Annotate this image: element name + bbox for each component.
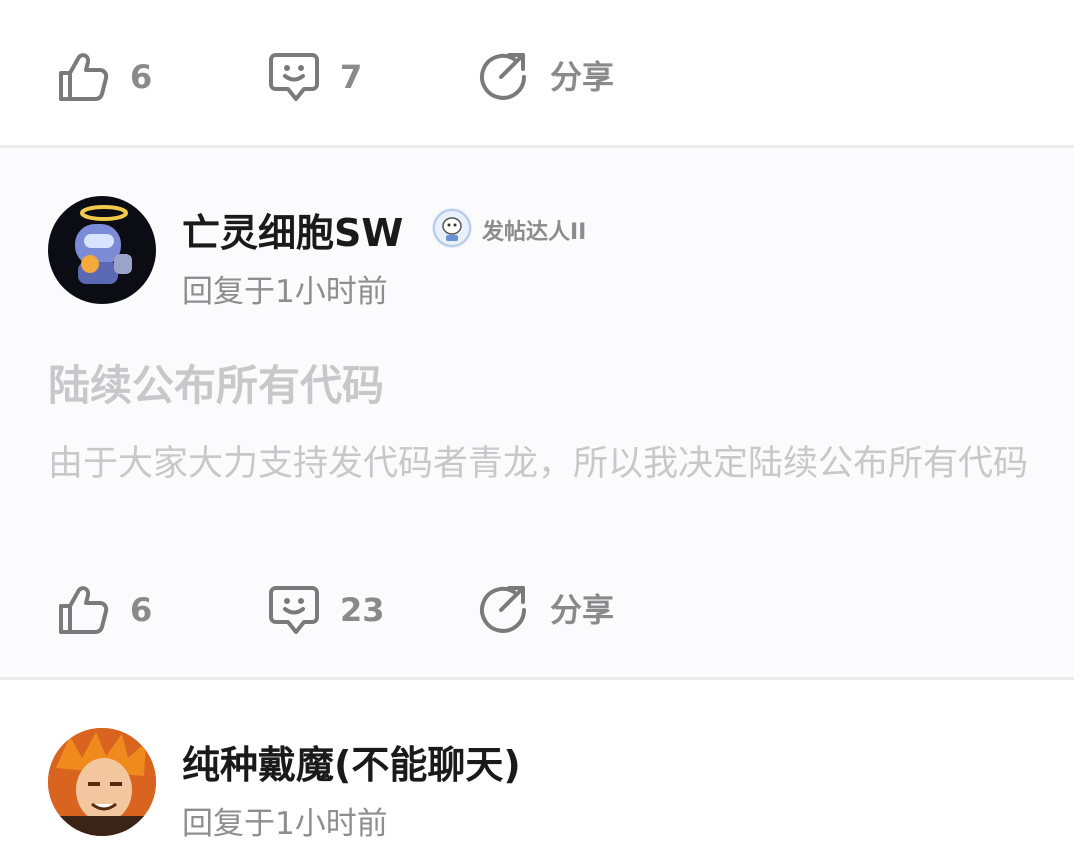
avatar[interactable] [48,196,156,304]
avatar[interactable] [48,728,156,836]
comment-count: 23 [340,591,385,629]
comment-smile-icon [269,586,319,634]
badge-emblem [433,209,471,247]
thumbs-up-icon [59,586,109,634]
post-card-1: 6 7 分享 [0,0,1074,145]
username[interactable]: 纯种戴魔(不能聊天) [182,734,521,789]
reply-time: 回复于1小时前 [182,274,388,310]
share-label: 分享 [550,591,615,629]
username[interactable]: 亡灵细胞SW [182,202,403,257]
like-button[interactable]: 6 [56,47,152,107]
post-title[interactable]: 陆续公布所有代码 [48,352,384,413]
badge-icon [432,208,472,248]
comment-button[interactable]: 7 [266,47,362,107]
share-button[interactable]: 分享 [476,47,614,107]
thumbs-up-icon [59,53,109,101]
avatar-image [48,728,156,836]
comment-count: 7 [340,58,363,96]
share-arrow-icon [480,586,526,633]
like-count: 6 [130,58,153,96]
post-card-3[interactable]: 纯种戴魔(不能聊天) 回复于1小时前 [0,680,1074,842]
post-actions: 6 23 分享 [0,580,1074,640]
avatar-image [75,205,132,284]
post-body[interactable]: 由于大家大力支持发代码者青龙，所以我决定陆续公布所有代码 [48,440,1028,488]
share-arrow-icon [480,53,526,100]
post-actions: 6 7 分享 [0,47,1074,107]
reply-time: 回复于1小时前 [182,806,388,842]
badge-label: 发帖达人II [482,220,587,245]
comment-button[interactable]: 23 [266,580,385,640]
like-button[interactable]: 6 [56,580,152,640]
post-card-2[interactable]: 亡灵细胞SW 发帖达人II 回复于1小时前 陆续公布所有代码 由于大家大力支持发… [0,148,1074,677]
share-label: 分享 [550,58,615,96]
share-button[interactable]: 分享 [476,580,614,640]
like-count: 6 [130,591,153,629]
comment-smile-icon [269,53,319,101]
